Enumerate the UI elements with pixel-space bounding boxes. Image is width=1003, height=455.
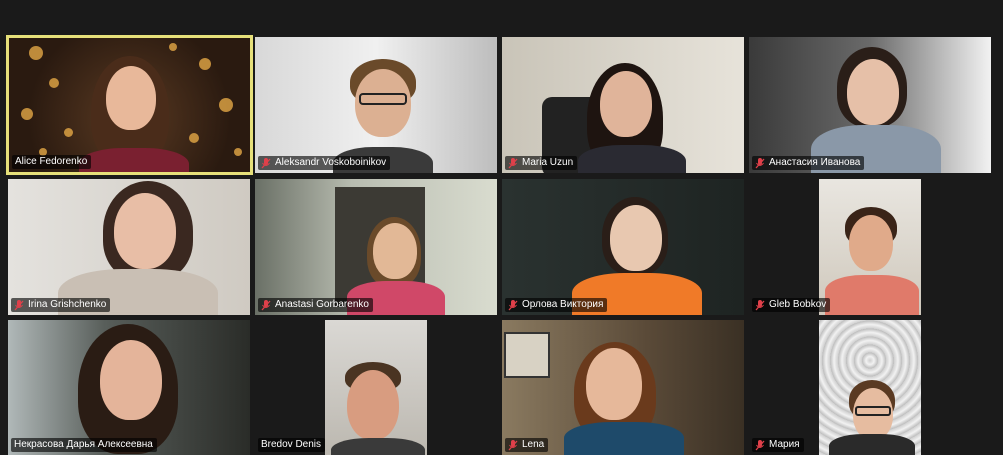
participant-video bbox=[8, 320, 250, 455]
participant-name: Irina Grishchenko bbox=[28, 299, 107, 310]
participant-name: Некрасова Дарья Алексеевна bbox=[14, 439, 153, 450]
participant-name-label: Gleb Bobkov bbox=[752, 298, 831, 312]
video-grid: Alice Fedorenko Aleksandr Voskoboinikov … bbox=[0, 0, 1003, 455]
participant-tile-maria-uzun[interactable]: Maria Uzun bbox=[502, 37, 744, 173]
participant-name-label: Мария bbox=[752, 438, 804, 452]
microphone-muted-icon bbox=[508, 157, 518, 168]
participant-tile-lena[interactable]: Lena bbox=[502, 320, 744, 455]
participant-tile-bredov-denis[interactable]: Bredov Denis bbox=[255, 320, 497, 455]
participant-tile-mariya[interactable]: Мария bbox=[749, 320, 991, 455]
participant-name: Gleb Bobkov bbox=[769, 299, 827, 310]
participant-name: Anastasi Gorbarenko bbox=[275, 299, 369, 310]
participant-name: Lena bbox=[522, 439, 545, 450]
participant-video bbox=[502, 179, 744, 315]
participant-video bbox=[819, 320, 921, 455]
microphone-muted-icon bbox=[508, 439, 518, 450]
participant-name: Maria Uzun bbox=[522, 157, 574, 168]
participant-video bbox=[325, 320, 427, 455]
participant-name-label: Irina Grishchenko bbox=[11, 298, 111, 312]
participant-name-label: Некрасова Дарья Алексеевна bbox=[11, 438, 157, 452]
microphone-muted-icon bbox=[755, 157, 765, 168]
microphone-muted-icon bbox=[755, 439, 765, 450]
participant-name: Alice Fedorenko bbox=[15, 156, 88, 167]
microphone-muted-icon bbox=[14, 299, 24, 310]
participant-name-label: Maria Uzun bbox=[505, 156, 578, 170]
microphone-muted-icon bbox=[261, 157, 271, 168]
participant-video bbox=[749, 37, 991, 173]
participant-video bbox=[255, 37, 497, 173]
participant-video bbox=[255, 179, 497, 315]
participant-name-label: Анастасия Иванова bbox=[752, 156, 865, 170]
participant-name: Bredov Denis bbox=[261, 439, 322, 450]
participant-name-label: Anastasi Gorbarenko bbox=[258, 298, 373, 312]
participant-tile-orlova-viktoriya[interactable]: Орлова Виктория bbox=[502, 179, 744, 315]
participant-name-label: Lena bbox=[505, 438, 549, 452]
participant-video bbox=[9, 38, 250, 172]
participant-tile-gleb-bobkov[interactable]: Gleb Bobkov bbox=[749, 179, 991, 315]
participant-tile-aleksandr-voskoboinikov[interactable]: Aleksandr Voskoboinikov bbox=[255, 37, 497, 173]
participant-tile-nekrasova-darya[interactable]: Некрасова Дарья Алексеевна bbox=[8, 320, 250, 455]
participant-tile-anastasi-gorbarenko[interactable]: Anastasi Gorbarenko bbox=[255, 179, 497, 315]
participant-name-label: Alice Fedorenko bbox=[12, 155, 92, 169]
participant-name-label: Aleksandr Voskoboinikov bbox=[258, 156, 391, 170]
participant-video bbox=[8, 179, 250, 315]
participant-name: Aleksandr Voskoboinikov bbox=[275, 157, 387, 168]
participant-video bbox=[502, 37, 744, 173]
microphone-muted-icon bbox=[508, 299, 518, 310]
participant-name-label: Орлова Виктория bbox=[505, 298, 608, 312]
participant-name-label: Bredov Denis bbox=[258, 438, 326, 452]
participant-tile-alice-fedorenko[interactable]: Alice Fedorenko bbox=[6, 35, 253, 175]
participant-tile-anastasia-ivanova[interactable]: Анастасия Иванова bbox=[749, 37, 991, 173]
participant-name: Анастасия Иванова bbox=[769, 157, 861, 168]
participant-video bbox=[502, 320, 744, 455]
microphone-muted-icon bbox=[261, 299, 271, 310]
microphone-muted-icon bbox=[755, 299, 765, 310]
participant-tile-irina-grishchenko[interactable]: Irina Grishchenko bbox=[8, 179, 250, 315]
participant-name: Орлова Виктория bbox=[522, 299, 604, 310]
participant-name: Мария bbox=[769, 439, 800, 450]
participant-video bbox=[819, 179, 921, 315]
